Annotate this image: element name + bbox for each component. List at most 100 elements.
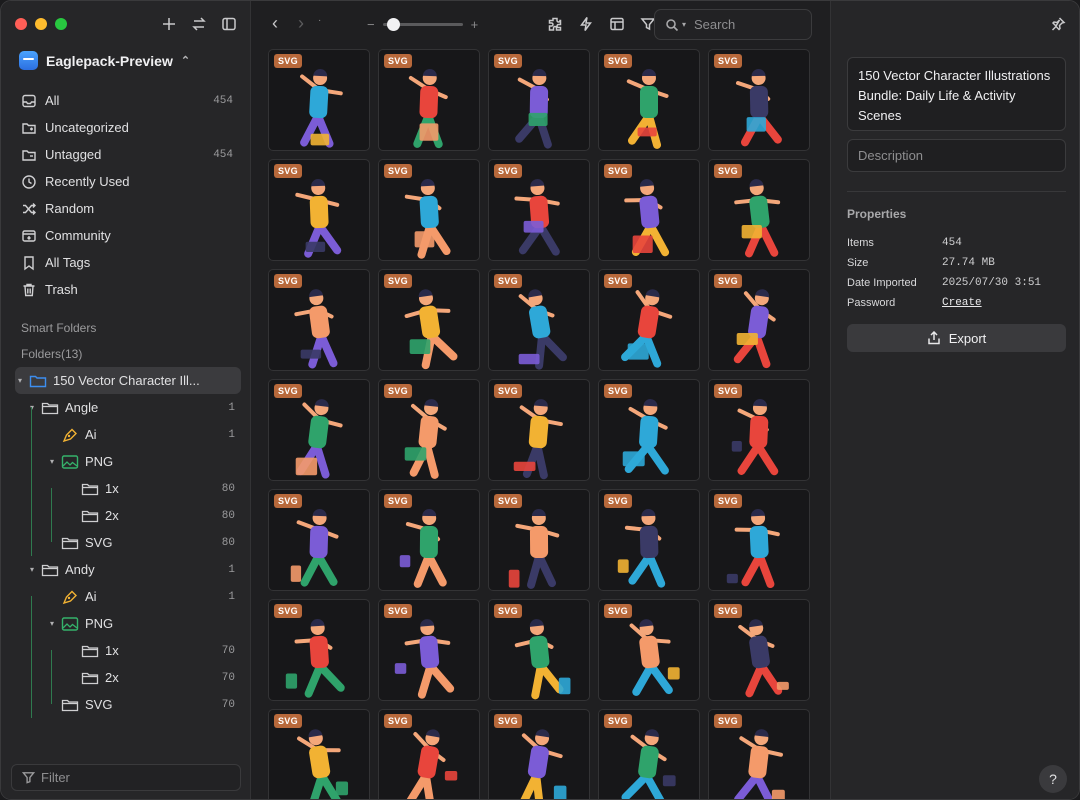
- zoom-slider-knob[interactable]: [386, 18, 400, 31]
- asset-thumbnail[interactable]: SVG: [488, 489, 590, 591]
- tree-folder-1x[interactable]: 1x 80: [1, 475, 251, 502]
- asset-thumbnail[interactable]: SVG: [708, 159, 810, 261]
- smart-folders-label[interactable]: Smart Folders: [21, 321, 96, 335]
- asset-thumbnail[interactable]: SVG: [268, 269, 370, 371]
- asset-thumbnail[interactable]: SVG: [708, 709, 810, 799]
- folders-label[interactable]: Folders(13): [21, 347, 82, 361]
- asset-thumbnail[interactable]: SVG: [598, 489, 700, 591]
- minimize-window-button[interactable]: [35, 18, 47, 30]
- asset-thumbnail[interactable]: SVG: [488, 49, 590, 151]
- asset-thumbnail[interactable]: SVG: [708, 269, 810, 371]
- sidebar-item-uncategorized[interactable]: Uncategorized: [11, 114, 241, 141]
- search-input[interactable]: ▾ Search: [654, 9, 812, 40]
- folder-icon: [29, 373, 47, 389]
- tree-folder-png[interactable]: ▾ PNG: [1, 610, 251, 637]
- asset-thumbnail[interactable]: SVG: [488, 159, 590, 261]
- asset-thumbnail[interactable]: SVG: [378, 269, 480, 371]
- asset-thumbnail[interactable]: SVG: [598, 269, 700, 371]
- asset-thumbnail[interactable]: SVG: [598, 709, 700, 799]
- switch-library-icon[interactable]: [190, 15, 208, 33]
- pin-icon[interactable]: [1049, 15, 1067, 33]
- close-window-button[interactable]: [15, 18, 27, 30]
- sidebar-item-untagged[interactable]: Untagged 454: [11, 141, 241, 168]
- tree-folder-2x[interactable]: 2x 80: [1, 502, 251, 529]
- asset-thumbnail[interactable]: SVG: [708, 379, 810, 481]
- asset-thumbnail[interactable]: SVG: [268, 709, 370, 799]
- tree-folder-1x[interactable]: 1x 70: [1, 637, 251, 664]
- svg-badge: SVG: [494, 384, 522, 398]
- asset-thumbnail[interactable]: SVG: [268, 49, 370, 151]
- asset-thumbnail[interactable]: SVG: [268, 379, 370, 481]
- export-button[interactable]: Export: [847, 324, 1066, 352]
- sidebar-item-community[interactable]: Community: [11, 222, 241, 249]
- sidebar-item-all[interactable]: All 454: [11, 87, 241, 114]
- asset-thumbnail[interactable]: SVG: [488, 269, 590, 371]
- description-field[interactable]: Description: [847, 139, 1066, 172]
- tree-folder-ai[interactable]: Ai 1: [1, 583, 251, 610]
- sidebar-item-trash[interactable]: Trash: [11, 276, 241, 303]
- search-scope-chevron-icon[interactable]: ▾: [682, 20, 686, 29]
- zoom-slider[interactable]: [382, 18, 463, 31]
- disclosure-triangle-icon[interactable]: ▾: [47, 619, 57, 628]
- asset-thumbnail[interactable]: SVG: [598, 379, 700, 481]
- library-switcher[interactable]: Eaglepack-Preview ⌃: [19, 51, 190, 70]
- back-arrow-icon[interactable]: ‹: [264, 13, 286, 34]
- tree-folder-svg[interactable]: SVG 70: [1, 691, 251, 718]
- asset-thumbnail[interactable]: SVG: [378, 49, 480, 151]
- layout-icon[interactable]: [608, 15, 626, 33]
- sidebar-item-recently-used[interactable]: Recently Used: [11, 168, 241, 195]
- asset-thumbnail[interactable]: SVG: [598, 159, 700, 261]
- sidebar-item-random[interactable]: Random: [11, 195, 241, 222]
- sidebar-item-all-tags[interactable]: All Tags: [11, 249, 241, 276]
- tree-folder-svg[interactable]: SVG 80: [1, 529, 251, 556]
- asset-thumbnail[interactable]: SVG: [268, 599, 370, 701]
- asset-thumbnail[interactable]: SVG: [488, 599, 590, 701]
- tree-folder-angle[interactable]: ▾ Angle 1: [1, 394, 251, 421]
- asset-thumbnail[interactable]: SVG: [378, 489, 480, 591]
- tree-folder-andy[interactable]: ▾ Andy 1: [1, 556, 251, 583]
- asset-thumbnail[interactable]: SVG: [378, 379, 480, 481]
- disclosure-triangle-icon[interactable]: ▾: [27, 403, 37, 412]
- svg-badge: SVG: [604, 714, 632, 728]
- tree-folder-150-vector-character-ill[interactable]: ▾ 150 Vector Character Ill...: [15, 367, 241, 394]
- tree-folder-png[interactable]: ▾ PNG: [1, 448, 251, 475]
- forward-arrow-icon[interactable]: ›: [290, 13, 312, 34]
- asset-thumbnail[interactable]: SVG: [378, 159, 480, 261]
- disclosure-triangle-icon[interactable]: ▾: [47, 457, 57, 466]
- asset-thumbnail[interactable]: SVG: [598, 599, 700, 701]
- tree-item-count: 80: [221, 482, 235, 495]
- asset-thumbnail[interactable]: SVG: [488, 379, 590, 481]
- svg-badge: SVG: [714, 54, 742, 68]
- asset-thumbnail[interactable]: SVG: [268, 159, 370, 261]
- zoom-in-icon[interactable]: +: [471, 17, 479, 32]
- disclosure-triangle-icon[interactable]: ▾: [27, 565, 37, 574]
- asset-thumbnail[interactable]: SVG: [708, 489, 810, 591]
- disclosure-triangle-icon[interactable]: ▾: [15, 376, 25, 385]
- shuffle-icon: [21, 201, 37, 217]
- plugin-icon[interactable]: [546, 15, 564, 33]
- tree-folder-2x[interactable]: 2x 70: [1, 664, 251, 691]
- add-icon[interactable]: [160, 15, 178, 33]
- create-password-link[interactable]: Create: [942, 297, 982, 309]
- asset-thumbnail[interactable]: SVG: [708, 49, 810, 151]
- help-button[interactable]: ?: [1039, 765, 1067, 793]
- bolt-icon[interactable]: [577, 15, 595, 33]
- folder-icon: [61, 535, 79, 551]
- asset-thumbnail[interactable]: SVG: [598, 49, 700, 151]
- clock-icon: [21, 174, 37, 190]
- maximize-window-button[interactable]: [55, 18, 67, 30]
- filter-input[interactable]: Filter: [11, 764, 241, 791]
- zoom-out-icon[interactable]: −: [367, 17, 375, 32]
- library-name: Eaglepack-Preview: [46, 52, 173, 69]
- item-title-field[interactable]: 150 Vector Character Illustrations Bundl…: [847, 57, 1066, 131]
- toggle-sidebar-icon[interactable]: [220, 15, 238, 33]
- asset-thumbnail[interactable]: SVG: [488, 709, 590, 799]
- tree-folder-ai[interactable]: Ai 1: [1, 421, 251, 448]
- asset-thumbnail[interactable]: SVG: [268, 489, 370, 591]
- asset-thumbnail[interactable]: SVG: [378, 599, 480, 701]
- community-icon: [21, 228, 37, 244]
- asset-thumbnail[interactable]: SVG: [708, 599, 810, 701]
- svg-badge: SVG: [274, 714, 302, 728]
- tree-item-label: Ai: [85, 427, 97, 442]
- asset-thumbnail[interactable]: SVG: [378, 709, 480, 799]
